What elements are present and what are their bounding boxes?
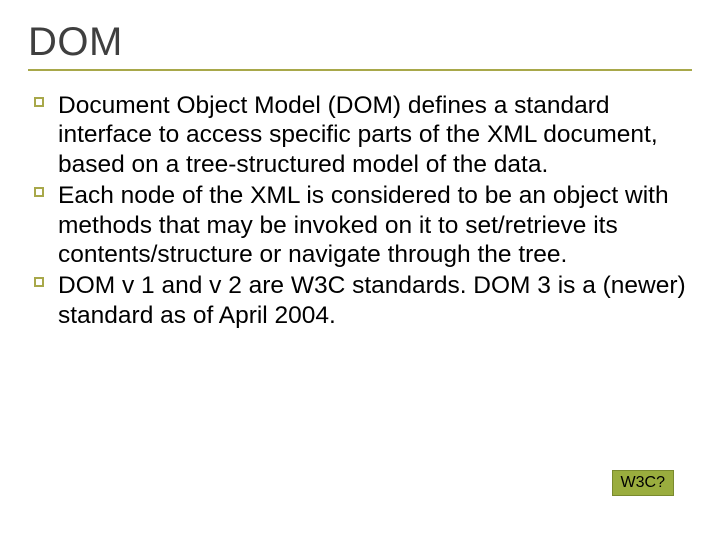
square-bullet-icon	[34, 97, 44, 107]
slide: DOM Document Object Model (DOM) defines …	[0, 0, 720, 540]
slide-title: DOM	[28, 20, 692, 65]
list-item-text: Document Object Model (DOM) defines a st…	[58, 92, 658, 178]
title-underline	[28, 69, 692, 71]
list-item: Each node of the XML is considered to be…	[34, 181, 688, 269]
square-bullet-icon	[34, 187, 44, 197]
list-item: DOM v 1 and v 2 are W3C standards. DOM 3…	[34, 271, 688, 330]
w3c-badge[interactable]: W3C?	[612, 470, 674, 496]
square-bullet-icon	[34, 277, 44, 287]
list-item: Document Object Model (DOM) defines a st…	[34, 91, 688, 179]
list-item-text: Each node of the XML is considered to be…	[58, 182, 669, 268]
bullet-list: Document Object Model (DOM) defines a st…	[28, 91, 692, 330]
list-item-text: DOM v 1 and v 2 are W3C standards. DOM 3…	[58, 272, 686, 328]
